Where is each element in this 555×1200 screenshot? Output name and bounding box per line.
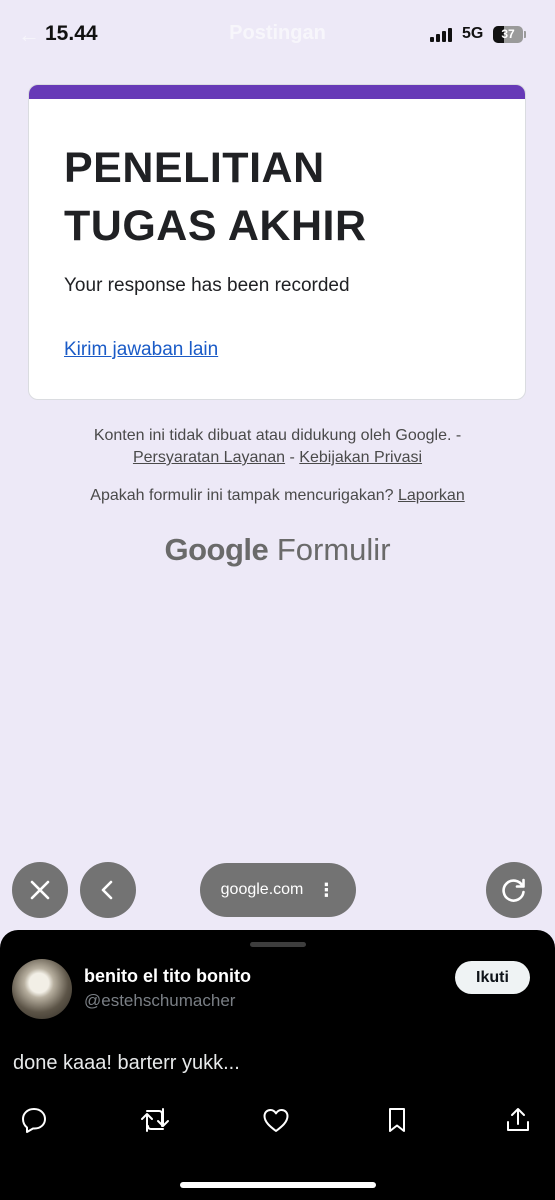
sheet-grabber[interactable]	[250, 942, 306, 947]
chevron-left-icon	[101, 880, 113, 900]
back-button[interactable]	[80, 862, 136, 918]
reload-icon	[502, 878, 525, 902]
retweet-icon	[141, 1108, 169, 1132]
author-handle[interactable]: @estehschumacher	[84, 991, 235, 1011]
submit-another-response-link[interactable]: Kirim jawaban lain	[64, 339, 218, 361]
form-title-line-2: TUGAS AKHIR	[64, 202, 367, 250]
reply-button[interactable]	[14, 1100, 54, 1140]
author-display-name[interactable]: benito el tito bonito	[84, 966, 251, 987]
report-line: Apakah formulir ini tampak mencurigakan?…	[0, 484, 555, 507]
follow-button[interactable]: Ikuti	[455, 961, 530, 994]
form-title-line-1: PENELITIAN	[64, 144, 325, 192]
share-button[interactable]	[498, 1100, 538, 1140]
bookmark-icon	[389, 1108, 405, 1132]
form-confirmation-card: PENELITIAN TUGAS AKHIR Your response has…	[28, 84, 526, 400]
share-icon	[507, 1108, 529, 1131]
links-separator: -	[289, 449, 295, 466]
suspicious-question: Apakah formulir ini tampak mencurigakan?	[90, 487, 394, 504]
google-forms-logo: Google Formulir	[0, 532, 555, 568]
network-type: 5G	[462, 25, 484, 42]
tweet-actions	[0, 1100, 555, 1140]
tweet-sheet: benito el tito bonito @estehschumacher I…	[0, 930, 555, 1200]
disclaimer-text: Konten ini tidak dibuat atau didukung ol…	[93, 427, 462, 444]
privacy-policy-link[interactable]: Kebijakan Privasi	[299, 449, 422, 466]
policy-links: Persyaratan Layanan - Kebijakan Privasi	[0, 446, 555, 469]
logo-product-word: Formulir	[276, 532, 391, 567]
battery-icon: 37	[493, 26, 523, 43]
like-button[interactable]	[256, 1100, 296, 1140]
card-accent-bar	[29, 85, 525, 99]
form-title: PENELITIAN TUGAS AKHIR	[64, 139, 484, 255]
bookmark-button[interactable]	[377, 1100, 417, 1140]
tweet-text: done kaaa! barterr yukk...	[13, 1052, 240, 1074]
home-indicator	[180, 1182, 376, 1188]
battery-level: 37	[501, 27, 515, 41]
confirmation-message: Your response has been recorded	[64, 275, 350, 296]
avatar[interactable]	[12, 959, 72, 1019]
url-text: google.com	[220, 881, 304, 898]
close-browser-button[interactable]	[12, 862, 68, 918]
more-options-icon[interactable]: ⋮	[317, 880, 335, 901]
signal-icon	[430, 28, 452, 42]
terms-of-service-link[interactable]: Persyaratan Layanan	[133, 449, 285, 466]
reload-button[interactable]	[486, 862, 542, 918]
close-icon	[30, 880, 50, 900]
reply-icon	[22, 1108, 46, 1133]
status-bar: ← Postingan 15.44 5G 37	[0, 0, 555, 68]
like-icon	[263, 1109, 289, 1132]
logo-google-word: Google	[164, 532, 269, 567]
retweet-button[interactable]	[135, 1100, 175, 1140]
url-bar[interactable]: google.com ⋮	[200, 863, 356, 917]
status-time: 15.44	[45, 22, 98, 45]
report-link[interactable]: Laporkan	[398, 487, 465, 504]
